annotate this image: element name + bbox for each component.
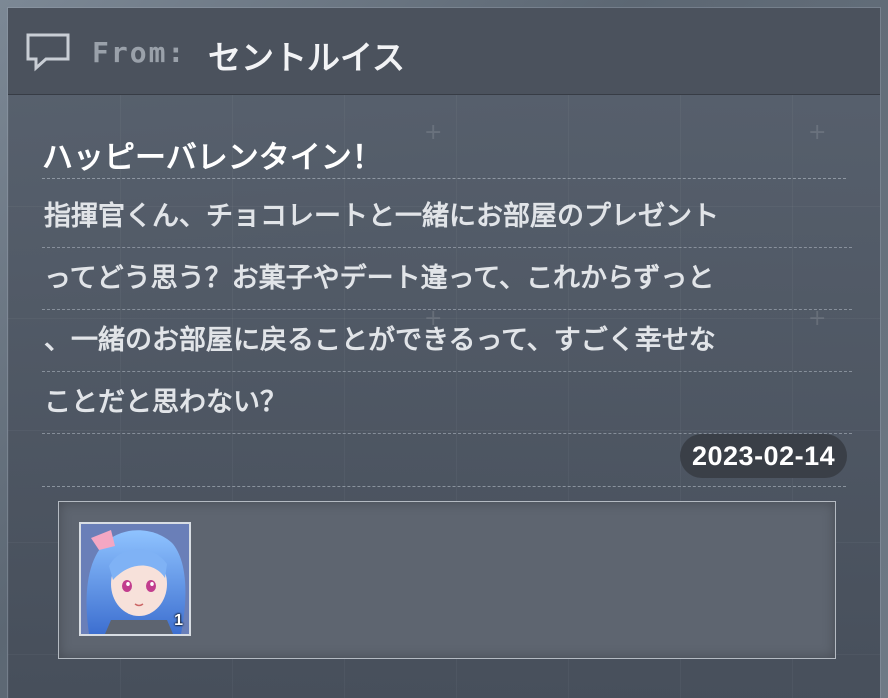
divider	[42, 486, 846, 487]
attachment-item[interactable]: 1	[79, 522, 191, 636]
divider	[42, 178, 846, 179]
mail-subject: ハッピーバレンタイン！	[42, 140, 383, 176]
item-count: 1	[174, 612, 183, 629]
mail-body: 指揮官くん、チョコレートと一緒にお部屋のプレゼント ってどう思う？お菓子やデート…	[42, 186, 852, 434]
mail-header: From: セントルイス	[8, 8, 880, 95]
attachment-box: 1	[58, 501, 836, 659]
body-line: 、一緒のお部屋に戻ることができるって、すごく幸せな	[42, 310, 852, 372]
chat-bubble-icon	[24, 32, 72, 72]
from-label: From:	[92, 36, 187, 69]
character-portrait-icon	[81, 524, 189, 634]
date-badge: 2023-02-14	[680, 434, 848, 478]
sender-name: セントルイス	[208, 38, 406, 77]
body-line: ことだと思わない？	[42, 372, 852, 434]
mail-panel: + + + + From: セントルイス ハッピーバレンタイン！ 指揮官くん、チ…	[8, 8, 880, 698]
body-line: 指揮官くん、チョコレートと一緒にお部屋のプレゼント	[42, 186, 852, 248]
grid-plus-decoration: +	[808, 120, 827, 145]
grid-plus-decoration: +	[424, 120, 443, 145]
body-line: ってどう思う？お菓子やデート違って、これからずっと	[42, 248, 852, 310]
